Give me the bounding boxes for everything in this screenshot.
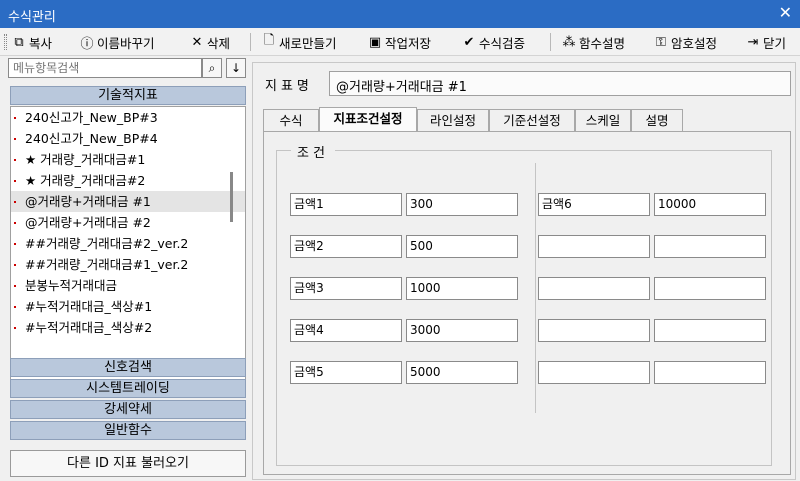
verify-label: 수식검증 bbox=[479, 35, 526, 51]
rename-label: 이름바꾸기 bbox=[97, 35, 155, 51]
copy-icon: ⧉ bbox=[14, 34, 24, 50]
condition-label-field[interactable] bbox=[538, 319, 650, 342]
toolbar-separator bbox=[550, 33, 551, 51]
save-icon: ▣ bbox=[368, 34, 382, 50]
condition-label-field[interactable]: 금액6 bbox=[538, 193, 650, 216]
menu-search-input[interactable] bbox=[8, 58, 202, 78]
check-icon: ✔ bbox=[463, 34, 475, 50]
verify-button[interactable]: ✔ 수식검증 bbox=[462, 32, 525, 52]
tab-scale[interactable]: 스케일 bbox=[575, 109, 631, 131]
list-item[interactable]: 분봉누적거래대금 bbox=[11, 275, 245, 296]
download-arrow-icon[interactable]: ↓ bbox=[226, 58, 246, 78]
copy-label: 복사 bbox=[29, 35, 53, 51]
condition-label-field[interactable] bbox=[538, 361, 650, 384]
save-label: 작업저장 bbox=[385, 35, 432, 51]
vertical-scrollbar-thumb[interactable] bbox=[230, 172, 233, 222]
rename-icon: ⓘ bbox=[80, 36, 94, 52]
list-item[interactable]: ★ 거래량_거래대금#2 bbox=[11, 170, 245, 191]
condition-tab-panel: 조건 금액1 300 금액2 500 금액3 1000 금액4 3000 금액5… bbox=[263, 131, 791, 475]
right-panel: 지표명 @거래량+거래대금 #1 수식 지표조건설정 라인설정 기준선설정 스케… bbox=[252, 62, 796, 480]
delete-button[interactable]: ✕ 삭제 bbox=[190, 32, 230, 52]
section-system-trading[interactable]: 시스템트레이딩 bbox=[10, 379, 246, 398]
condition-value-field[interactable]: 300 bbox=[406, 193, 518, 216]
indicator-name-field[interactable]: @거래량+거래대금 #1 bbox=[329, 71, 791, 96]
password-label: 암호설정 bbox=[671, 35, 718, 51]
list-item-selected[interactable]: @거래량+거래대금 #1 bbox=[11, 191, 245, 212]
copy-button[interactable]: ⧉ 복사 bbox=[12, 32, 52, 52]
new-document-icon: 🗋 bbox=[263, 33, 275, 48]
password-button[interactable]: ⚿ 암호설정 bbox=[654, 32, 717, 52]
condition-value-field[interactable] bbox=[654, 361, 766, 384]
section-technical[interactable]: 기술적지표 bbox=[10, 86, 246, 105]
load-other-id-button[interactable]: 다른 ID 지표 불러오기 bbox=[10, 450, 246, 477]
left-panel: ⌕ ↓ 기술적지표 240신고가_New_BP#3 240신고가_New_BP#… bbox=[4, 58, 248, 478]
close-icon[interactable]: ✕ bbox=[779, 3, 792, 22]
condition-value-field[interactable]: 500 bbox=[406, 235, 518, 258]
new-button[interactable]: 🗋 새로만들기 bbox=[262, 32, 337, 52]
condition-label-field[interactable]: 금액3 bbox=[290, 277, 402, 300]
condition-value-field[interactable]: 1000 bbox=[406, 277, 518, 300]
toolbar-grip[interactable] bbox=[4, 34, 7, 50]
rename-button[interactable]: ⓘ 이름바꾸기 bbox=[80, 32, 155, 52]
tab-description[interactable]: 설명 bbox=[631, 109, 683, 131]
list-item[interactable]: ##거래량_거래대금#2_ver.2 bbox=[11, 233, 245, 254]
delete-icon: ✕ bbox=[191, 34, 203, 50]
condition-label-field[interactable]: 금액4 bbox=[290, 319, 402, 342]
close-label: 닫기 bbox=[763, 35, 787, 51]
indicator-list[interactable]: 240신고가_New_BP#3 240신고가_New_BP#4 ★ 거래량_거래… bbox=[10, 106, 246, 388]
tab-line-settings[interactable]: 라인설정 bbox=[417, 109, 489, 131]
column-divider bbox=[535, 163, 536, 413]
close-button[interactable]: ⇥ 닫기 bbox=[746, 32, 786, 52]
key-icon: ⚿ bbox=[656, 34, 666, 50]
condition-value-field[interactable]: 3000 bbox=[406, 319, 518, 342]
list-item[interactable]: #누적거래대금_색상#2 bbox=[11, 317, 245, 338]
condition-group: 조건 금액1 300 금액2 500 금액3 1000 금액4 3000 금액5… bbox=[276, 142, 772, 466]
list-item[interactable]: @거래량+거래대금 #2 bbox=[11, 212, 245, 233]
list-item[interactable]: 240신고가_New_BP#3 bbox=[11, 107, 245, 128]
list-item[interactable]: ★ 거래량_거래대금#1 bbox=[11, 149, 245, 170]
tab-formula[interactable]: 수식 bbox=[263, 109, 319, 131]
condition-value-field[interactable]: 5000 bbox=[406, 361, 518, 384]
condition-value-field[interactable]: 10000 bbox=[654, 193, 766, 216]
tab-baseline-settings[interactable]: 기준선설정 bbox=[489, 109, 575, 131]
condition-value-field[interactable] bbox=[654, 277, 766, 300]
toolbar-separator bbox=[250, 33, 251, 51]
section-signal[interactable]: 신호검색 bbox=[10, 358, 246, 377]
function-help-button[interactable]: ⁂ 함수설명 bbox=[562, 32, 626, 52]
list-item[interactable]: ##거래량_거래대금#1_ver.2 bbox=[11, 254, 245, 275]
exit-icon: ⇥ bbox=[747, 34, 759, 50]
function-help-label: 함수설명 bbox=[579, 35, 626, 51]
delete-label: 삭제 bbox=[207, 35, 231, 51]
condition-label-field[interactable]: 금액2 bbox=[290, 235, 402, 258]
title-bar: 수식관리 ✕ bbox=[0, 0, 800, 28]
section-general-function[interactable]: 일반함수 bbox=[10, 421, 246, 440]
list-item[interactable]: #누적거래대금_색상#1 bbox=[11, 296, 245, 317]
indicator-name-label: 지표명 bbox=[265, 79, 313, 94]
condition-value-field[interactable] bbox=[654, 235, 766, 258]
wand-icon: ⁂ bbox=[562, 34, 576, 50]
condition-value-field[interactable] bbox=[654, 319, 766, 342]
condition-label-field[interactable] bbox=[538, 277, 650, 300]
section-strength[interactable]: 강세약세 bbox=[10, 400, 246, 419]
toolbar: ⧉ 복사 ⓘ 이름바꾸기 ✕ 삭제 🗋 새로만들기 ▣ 작업저장 ✔ 수식검증 … bbox=[0, 28, 800, 56]
save-button[interactable]: ▣ 작업저장 bbox=[368, 32, 431, 52]
list-item[interactable]: 240신고가_New_BP#4 bbox=[11, 128, 245, 149]
new-label: 새로만들기 bbox=[279, 35, 337, 51]
condition-group-title: 조건 bbox=[291, 142, 335, 161]
condition-label-field[interactable]: 금액5 bbox=[290, 361, 402, 384]
condition-label-field[interactable]: 금액1 bbox=[290, 193, 402, 216]
condition-label-field[interactable] bbox=[538, 235, 650, 258]
tab-condition-settings[interactable]: 지표조건설정 bbox=[319, 107, 417, 132]
window-title: 수식관리 bbox=[8, 10, 56, 25]
search-icon[interactable]: ⌕ bbox=[202, 58, 222, 78]
